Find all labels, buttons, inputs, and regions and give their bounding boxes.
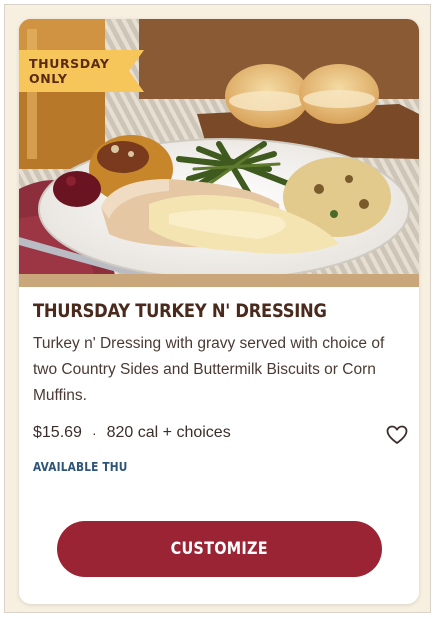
item-price: $15.69 <box>33 424 82 441</box>
heart-outline-icon[interactable] <box>386 425 408 445</box>
menu-item-card: THURSDAY ONLY THURSDAY TURKEY N' DRESSIN… <box>19 19 419 604</box>
price-calories-row: $15.69 · 820 cal + choices <box>33 424 231 442</box>
customize-button[interactable]: CUSTOMIZE <box>57 521 382 577</box>
meta-separator: · <box>91 425 97 441</box>
availability-label: AVAILABLE THU <box>33 460 128 474</box>
customize-button-label: CUSTOMIZE <box>170 539 269 559</box>
thursday-only-badge: THURSDAY ONLY <box>19 50 144 92</box>
item-description: Turkey n' Dressing with gravy served wit… <box>33 335 385 404</box>
item-title: THURSDAY TURKEY N' DRESSING <box>33 300 327 322</box>
item-calories: 820 cal + choices <box>106 424 231 441</box>
